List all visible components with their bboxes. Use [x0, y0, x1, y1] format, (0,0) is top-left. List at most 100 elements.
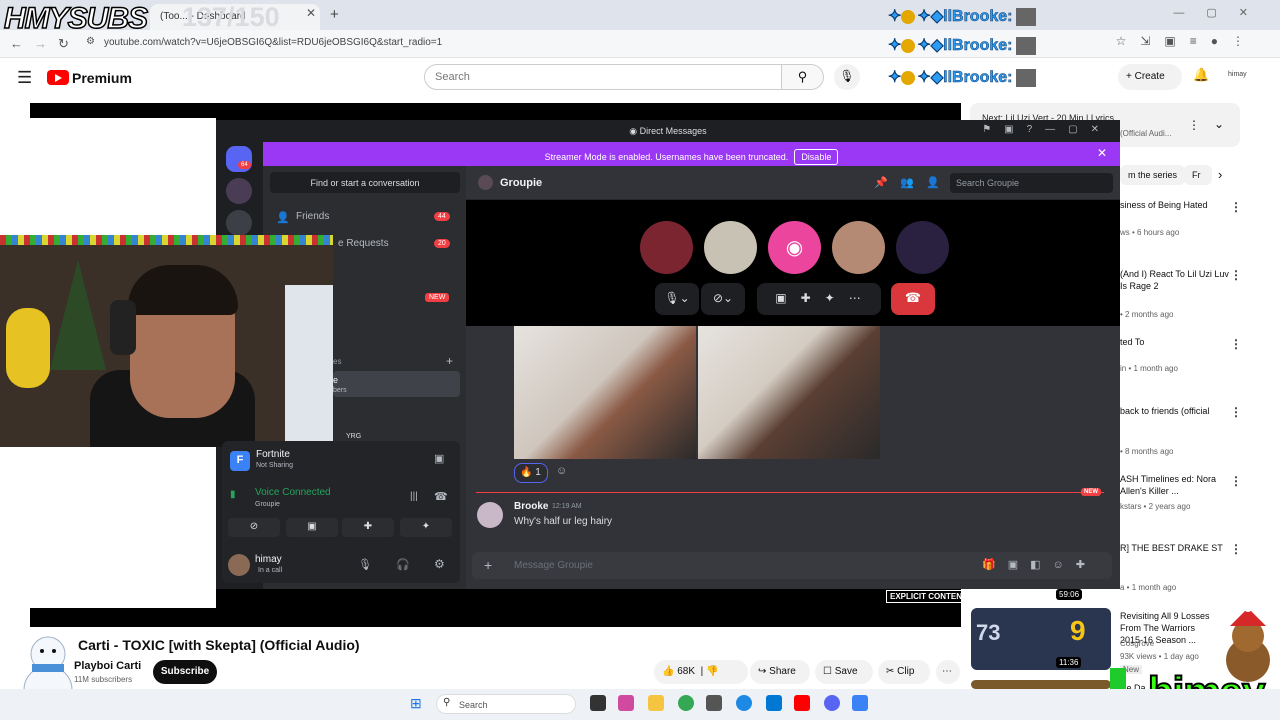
sidebar-video-title[interactable]: ASH Timelines ed: Nora Allen's Killer ..…	[1120, 473, 1230, 497]
headphones-icon[interactable]: 🎧	[396, 558, 410, 571]
add-dm-icon[interactable]: +	[446, 354, 453, 368]
chevron-down-icon[interactable]: ⌄	[1214, 117, 1224, 131]
sidebar-more-icon[interactable]: ⋮	[1230, 405, 1242, 419]
attachment-image[interactable]	[514, 326, 696, 459]
disconnect-icon[interactable]: ☎	[434, 490, 448, 503]
dm-item-active[interactable]	[333, 371, 460, 397]
like-button[interactable]: 👍 68K | 👎	[654, 660, 748, 684]
thumbs-down-icon[interactable]: 👎	[706, 666, 718, 677]
chip-series[interactable]: m the series	[1120, 165, 1186, 185]
chrome-icon[interactable]	[678, 695, 694, 711]
url-field[interactable]: youtube.com/watch?v=U6jeOBSGI6Q&list=RDU…	[104, 37, 442, 48]
add-reaction-icon[interactable]: ☺	[556, 465, 567, 477]
store-icon[interactable]	[766, 695, 782, 711]
sidebar-more-icon[interactable]: ⋮	[1230, 200, 1242, 214]
taskbar-search[interactable]: Search	[436, 694, 576, 714]
file-explorer-icon[interactable]	[648, 695, 664, 711]
member-list-icon[interactable]: 👤	[926, 176, 940, 189]
copilot-icon[interactable]	[618, 695, 634, 711]
back-icon[interactable]: ←	[10, 36, 23, 51]
call-participant-avatar[interactable]	[832, 221, 885, 274]
share-button[interactable]: ↪ Share	[750, 660, 810, 684]
friends-item[interactable]: Friends	[296, 211, 329, 222]
noise-suppression-icon[interactable]: |||	[410, 491, 418, 502]
youtube-logo-icon[interactable]	[47, 70, 69, 85]
message-tools-icons[interactable]: 🎁▣◧☺✚	[982, 558, 1097, 571]
reaction-fire[interactable]: 🔥 1	[514, 463, 548, 483]
microphone-icon[interactable]: 🎙	[358, 558, 372, 571]
attachment-image[interactable]	[698, 326, 880, 459]
sidebar-video-title[interactable]: R] THE BEST DRAKE ST	[1120, 542, 1230, 554]
sidebar-video-title[interactable]: siness of Being Hated	[1120, 199, 1230, 211]
message-requests-item[interactable]: e Requests	[338, 238, 389, 249]
search-input[interactable]: Search	[424, 64, 782, 90]
forward-icon[interactable]: →	[34, 36, 47, 51]
settings-gear-icon[interactable]: ⚙	[434, 557, 445, 571]
close-banner-icon[interactable]: ✕	[1097, 146, 1107, 160]
dm-item-label[interactable]: YRG	[346, 433, 361, 440]
site-info-icon[interactable]: ⚙	[86, 36, 95, 47]
server-icon[interactable]	[226, 178, 252, 204]
search-button[interactable]: ⚲	[782, 64, 824, 90]
call-mute-button[interactable]: 🎙⌄	[655, 283, 699, 315]
obs-icon[interactable]	[706, 695, 722, 711]
account-avatar[interactable]: himay	[1228, 71, 1247, 78]
more-actions-icon[interactable]: ⋯	[936, 660, 960, 684]
video-thumbnail[interactable]	[971, 680, 1111, 689]
disable-button[interactable]: Disable	[794, 149, 839, 165]
sidebar-more-icon[interactable]: ⋮	[1230, 337, 1242, 351]
more-icon[interactable]: ⋮	[1188, 118, 1200, 132]
discord-logo-icon[interactable]: ◉	[768, 221, 821, 274]
pin-icon[interactable]: 📌	[874, 176, 888, 189]
call-participant-avatar[interactable]	[704, 221, 757, 274]
sidebar-video-title[interactable]: back to friends (official	[1120, 405, 1230, 417]
soundboard-button[interactable]: ✦	[400, 518, 452, 537]
message-author-avatar[interactable]	[477, 502, 503, 528]
chevron-right-icon[interactable]: ›	[1218, 167, 1222, 182]
subscribe-button[interactable]: Subscribe	[153, 660, 217, 684]
camera-off-button[interactable]: ⊘	[228, 518, 280, 537]
youtube-premium-logo[interactable]: Premium	[72, 70, 132, 86]
reload-icon[interactable]: ↻	[58, 36, 69, 52]
voice-connected-label[interactable]: Voice Connected	[255, 487, 331, 498]
discord-app-icon[interactable]	[824, 695, 840, 711]
call-camera-button[interactable]: ⊘⌄	[701, 283, 745, 315]
screen-share-icon[interactable]: ▣	[434, 452, 444, 465]
message-author[interactable]: Brooke	[514, 501, 548, 512]
chat-search-input[interactable]: Search Groupie	[950, 173, 1113, 193]
discord-window-controls[interactable]: ⚑▣?—▢✕	[982, 124, 1112, 135]
activities-button[interactable]: ✚	[342, 518, 394, 537]
tab-close-icon[interactable]: ✕	[306, 6, 316, 20]
sidebar-more-icon[interactable]: ⋮	[1230, 268, 1242, 282]
youtube-app-icon[interactable]	[794, 695, 810, 711]
new-tab-icon[interactable]: +	[330, 6, 339, 23]
channel-name[interactable]: Playboi Carti	[74, 660, 141, 672]
call-actions-group[interactable]: ▣✚✦⋯	[757, 283, 881, 315]
call-participant-avatar[interactable]	[640, 221, 693, 274]
attach-plus-icon[interactable]: +	[484, 557, 492, 573]
sidebar-video-title[interactable]: ted To	[1120, 336, 1230, 348]
add-friends-icon[interactable]: 👥	[900, 176, 914, 189]
user-avatar[interactable]	[228, 554, 250, 576]
save-button[interactable]: ☐ Save	[815, 660, 873, 684]
call-participant-avatar[interactable]	[896, 221, 949, 274]
create-button[interactable]: + Create	[1118, 64, 1182, 90]
clip-button[interactable]: ✂ Clip	[878, 660, 930, 684]
menu-icon[interactable]: ☰	[17, 68, 32, 88]
fortnite-app-icon[interactable]	[852, 695, 868, 711]
browser-toolbar-icons[interactable]: ☆⇲▣≡●⋮	[1116, 34, 1258, 48]
sidebar-more-icon[interactable]: ⋮	[1230, 542, 1242, 556]
sidebar-more-icon[interactable]: ⋮	[1230, 474, 1242, 488]
chip-more[interactable]: Fr	[1184, 165, 1212, 185]
window-controls[interactable]: —▢✕	[1173, 6, 1270, 19]
share-screen-button[interactable]: ▣	[286, 518, 338, 537]
find-conversation-input[interactable]: Find or start a conversation	[270, 172, 460, 193]
voice-search-icon[interactable]: 🎙	[834, 64, 860, 90]
task-view-icon[interactable]	[590, 695, 606, 711]
edge-icon[interactable]	[736, 695, 752, 711]
windows-start-icon[interactable]: ⊞	[410, 695, 422, 712]
notifications-icon[interactable]: 🔔	[1193, 67, 1209, 83]
server-icon[interactable]	[226, 210, 252, 236]
sidebar-video-title[interactable]: (And I) React To Lil Uzi Luv Is Rage 2	[1120, 268, 1230, 292]
hang-up-button[interactable]: ☎	[891, 283, 935, 315]
